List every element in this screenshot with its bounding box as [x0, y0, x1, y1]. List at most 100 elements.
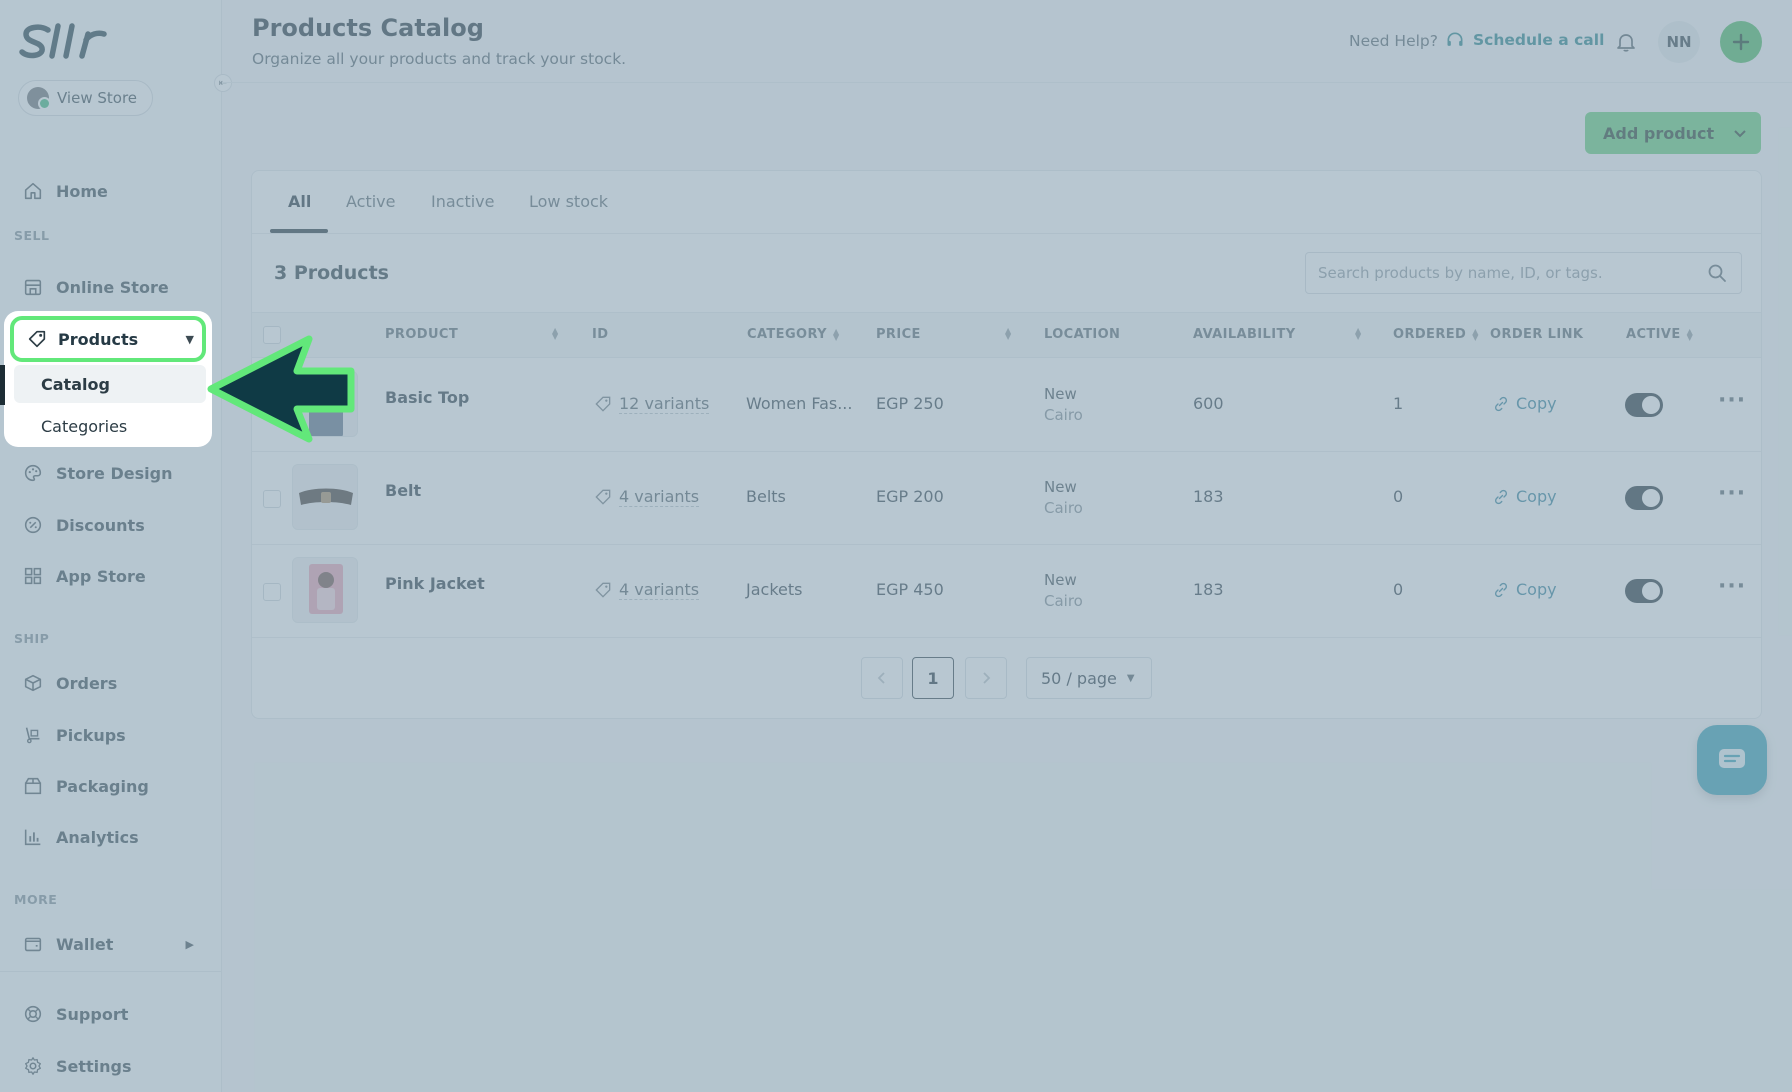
- variants-count: 4 variants: [619, 580, 700, 600]
- tab-all[interactable]: All: [288, 192, 311, 211]
- row-menu-ellipsis-icon[interactable]: ···: [1718, 481, 1746, 506]
- page-number-button[interactable]: 1: [912, 657, 954, 699]
- tab-low-stock[interactable]: Low stock: [529, 192, 608, 211]
- column-label-active: ACTIVE: [1626, 327, 1681, 342]
- dolly-icon: [25, 727, 40, 744]
- chevron-down-icon[interactable]: [1731, 124, 1749, 142]
- variants-link[interactable]: 12 variants: [593, 394, 710, 414]
- tab-active[interactable]: Active: [346, 192, 396, 211]
- sidebar-item-store-design[interactable]: Store Design: [22, 456, 208, 490]
- sidebar-item-wallet[interactable]: Wallet ▶: [22, 927, 208, 961]
- column-label-order-link: ORDER LINK: [1490, 327, 1584, 342]
- product-ordered: 1: [1393, 394, 1404, 413]
- copy-label: Copy: [1516, 580, 1557, 599]
- product-name[interactable]: Belt: [385, 481, 421, 500]
- sidebar-item-products[interactable]: Products ▼: [10, 316, 206, 362]
- product-thumbnail[interactable]: [292, 464, 358, 530]
- column-header-active[interactable]: ACTIVE ▲ ▼: [1626, 327, 1693, 342]
- sidebar-label-home: Home: [56, 181, 108, 201]
- tab-inactive[interactable]: Inactive: [431, 192, 495, 211]
- row-checkbox[interactable]: [263, 490, 281, 508]
- column-header-ordered[interactable]: ORDERED ▲ ▼: [1393, 327, 1479, 342]
- product-name[interactable]: Basic Top: [385, 388, 469, 407]
- active-toggle[interactable]: [1625, 486, 1663, 510]
- collapse-sidebar-icon[interactable]: ⇤: [214, 74, 232, 92]
- row-menu-ellipsis-icon[interactable]: ···: [1718, 574, 1746, 599]
- sidebar-item-discounts[interactable]: Discounts: [22, 508, 208, 542]
- schedule-call-link[interactable]: Schedule a call: [1445, 30, 1604, 50]
- column-label-ordered: ORDERED: [1393, 327, 1467, 342]
- copy-order-link[interactable]: Copy: [1492, 487, 1557, 506]
- sort-icon[interactable]: ▲ ▼: [1355, 327, 1361, 341]
- page-subtitle: Organize all your products and track you…: [252, 50, 627, 68]
- product-location: New Cairo: [1044, 477, 1083, 519]
- variants-link[interactable]: 4 variants: [593, 487, 700, 507]
- product-thumbnail[interactable]: [292, 371, 358, 437]
- tabs-divider: [252, 233, 1761, 234]
- tag-outline-icon: [595, 582, 611, 598]
- sidebar-label-analytics: Analytics: [56, 827, 139, 847]
- column-header-location: LOCATION: [1044, 327, 1120, 342]
- sidebar-item-categories[interactable]: Categories: [14, 407, 206, 445]
- sidebar-item-analytics[interactable]: Analytics: [22, 820, 208, 854]
- sidebar-item-support[interactable]: Support: [22, 997, 208, 1031]
- palette-icon: [24, 464, 42, 482]
- sidebar-item-catalog[interactable]: Catalog: [14, 365, 206, 403]
- sidebar-item-orders[interactable]: Orders: [22, 666, 208, 700]
- active-toggle[interactable]: [1625, 579, 1663, 603]
- sidebar-label-catalog: Catalog: [41, 374, 110, 394]
- schedule-call-label: Schedule a call: [1473, 31, 1605, 49]
- add-product-button[interactable]: Add product: [1585, 112, 1761, 154]
- sidebar-item-online-store[interactable]: Online Store: [22, 270, 208, 304]
- sort-icon[interactable]: ▲ ▼: [1005, 327, 1011, 341]
- prev-page-button[interactable]: [861, 657, 903, 699]
- product-category: Belts: [746, 487, 786, 506]
- view-store-button[interactable]: View Store: [18, 80, 153, 116]
- bell-icon[interactable]: [1614, 30, 1638, 54]
- sidebar-label-discounts: Discounts: [56, 515, 145, 535]
- select-all-checkbox[interactable]: [263, 326, 281, 344]
- product-name[interactable]: Pink Jacket: [385, 574, 485, 593]
- plus-icon: [1732, 33, 1750, 51]
- column-header-category[interactable]: CATEGORY ▲ ▼: [747, 327, 840, 342]
- link-icon: [1494, 582, 1508, 597]
- sort-icon[interactable]: ▲ ▼: [1472, 327, 1479, 341]
- copy-label: Copy: [1516, 487, 1557, 506]
- column-header-product[interactable]: PRODUCT: [385, 327, 458, 342]
- next-page-button[interactable]: [965, 657, 1007, 699]
- sort-icon[interactable]: ▲ ▼: [1687, 327, 1694, 341]
- sllr-logo[interactable]: [18, 22, 110, 62]
- user-avatar[interactable]: NN: [1658, 21, 1700, 63]
- sidebar-item-home[interactable]: Home: [22, 174, 208, 208]
- sort-icon[interactable]: ▲ ▼: [552, 327, 558, 341]
- chat-button[interactable]: [1697, 725, 1767, 795]
- sidebar-item-packaging[interactable]: Packaging: [22, 769, 208, 803]
- row-checkbox[interactable]: [263, 583, 281, 601]
- sort-icon[interactable]: ▲ ▼: [833, 327, 840, 341]
- bar-chart-icon: [24, 829, 41, 846]
- search-input[interactable]: [1318, 253, 1698, 293]
- sidebar-label-settings: Settings: [56, 1056, 132, 1076]
- column-header-price[interactable]: PRICE: [876, 327, 921, 342]
- copy-order-link[interactable]: Copy: [1492, 580, 1557, 599]
- column-header-availability[interactable]: AVAILABILITY: [1193, 327, 1296, 342]
- row-menu-ellipsis-icon[interactable]: ···: [1718, 388, 1746, 413]
- active-toggle[interactable]: [1625, 393, 1663, 417]
- search-icon[interactable]: [1707, 263, 1727, 283]
- chevron-right-icon: [983, 672, 991, 684]
- location-line-2: Cairo: [1044, 499, 1083, 517]
- variants-link[interactable]: 4 variants: [593, 580, 700, 600]
- sidebar-item-settings[interactable]: Settings: [22, 1049, 208, 1083]
- chat-icon: [1719, 749, 1745, 768]
- location-line-2: Cairo: [1044, 406, 1083, 424]
- page-size-select[interactable]: 50 / page ▼: [1026, 657, 1152, 699]
- sidebar-item-app-store[interactable]: App Store: [22, 559, 208, 593]
- product-thumbnail[interactable]: [292, 557, 358, 623]
- tag-outline-icon: [595, 489, 611, 505]
- quick-add-button[interactable]: [1720, 21, 1762, 63]
- location-line-2: Cairo: [1044, 592, 1083, 610]
- column-label-price: PRICE: [876, 327, 921, 342]
- copy-order-link[interactable]: Copy: [1492, 394, 1557, 413]
- sidebar-item-pickups[interactable]: Pickups: [22, 718, 208, 752]
- variants-count: 4 variants: [619, 487, 700, 507]
